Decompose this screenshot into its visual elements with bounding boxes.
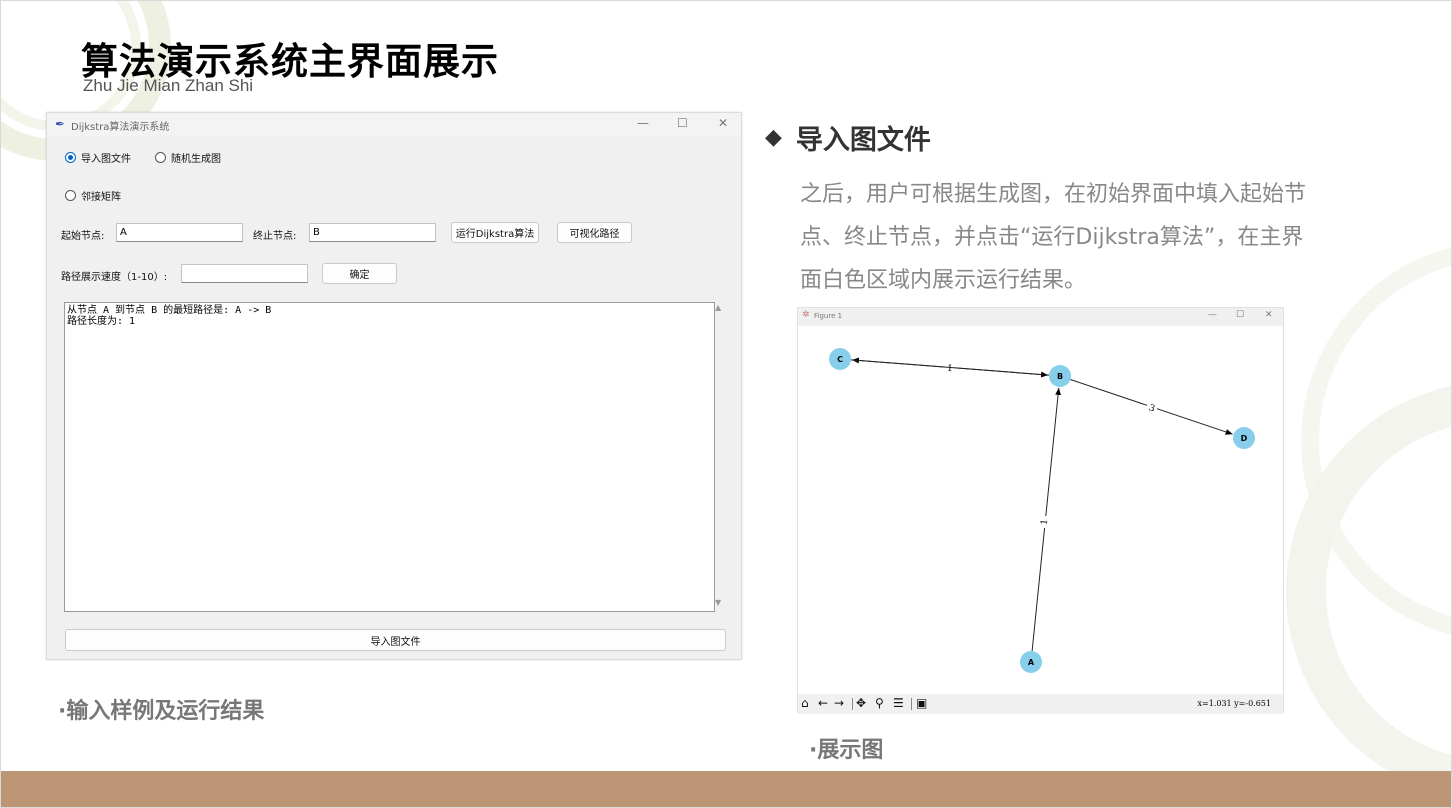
figure-maximize-button[interactable]: ☐: [1236, 310, 1244, 320]
radio-label: 邻接矩阵: [81, 192, 121, 203]
graph-canvas[interactable]: 131 ABCD: [798, 326, 1285, 694]
slide: 算法演示系统主界面展示 Zhu Jie Mian Zhan Shi ✒ Dijk…: [0, 0, 1452, 808]
toolbar-separator: [852, 698, 853, 710]
edge-weight-label: 1: [1040, 519, 1051, 526]
caption-left: ·输入样例及运行结果: [58, 699, 265, 724]
maximize-button[interactable]: ☐: [677, 116, 688, 130]
section-heading-text: 导入图文件: [795, 125, 931, 156]
radio-unselected-icon: [155, 152, 166, 163]
radio-label: 导入图文件: [81, 154, 131, 165]
section-heading: ◆ 导入图文件: [765, 118, 931, 157]
scroll-up-arrow-icon[interactable]: ▲: [715, 303, 721, 312]
dijkstra-app-window: ✒ Dijkstra算法演示系统 — ☐ ✕ 导入图文件 随机生成图 邻接矩阵 …: [46, 112, 742, 660]
footer-band: [1, 771, 1451, 807]
figure-title: Figure 1: [814, 312, 843, 320]
home-icon[interactable]: ⌂: [801, 696, 809, 710]
coordinate-readout: x=1.031 y=-0.651: [1197, 699, 1272, 708]
slide-subtitle: Zhu Jie Mian Zhan Shi: [83, 76, 254, 95]
toolbar-separator: [911, 698, 912, 710]
start-node-input[interactable]: A: [116, 223, 243, 242]
app-titlebar: ✒ Dijkstra算法演示系统 — ☐ ✕: [47, 113, 741, 137]
confirm-button[interactable]: 确定: [322, 263, 397, 284]
graph-node-label: D: [1241, 434, 1248, 443]
edge-weight-label: 1: [947, 364, 953, 374]
speed-input[interactable]: [181, 264, 308, 283]
radio-adjacency-matrix[interactable]: 邻接矩阵: [65, 188, 121, 203]
end-node-input[interactable]: B: [309, 223, 436, 242]
diamond-bullet-icon: ◆: [765, 125, 782, 150]
zoom-icon[interactable]: ⚲: [875, 696, 884, 710]
radio-unselected-icon: [65, 190, 76, 201]
visualize-path-button[interactable]: 可视化路径: [557, 222, 632, 243]
start-node-label: 起始节点:: [61, 231, 105, 242]
close-button[interactable]: ✕: [718, 116, 728, 130]
app-window-title: Dijkstra算法演示系统: [71, 122, 170, 133]
figure-toolbar: ⌂ ← → ✥ ⚲ ☰ ▣ x=1.031 y=-0.651: [798, 694, 1283, 714]
import-file-button[interactable]: 导入图文件: [65, 629, 726, 651]
feather-icon: ✒: [55, 117, 66, 131]
figure-window: ✲ Figure 1 — ☐ ✕ 131 ABCD ⌂ ← → ✥ ⚲ ☰ ▣: [797, 307, 1285, 714]
configure-icon[interactable]: ☰: [893, 696, 904, 710]
matplotlib-icon: ✲: [802, 310, 810, 320]
pan-icon[interactable]: ✥: [856, 696, 866, 710]
speed-label: 路径展示速度（1-10）:: [61, 272, 168, 283]
radio-random-graph[interactable]: 随机生成图: [155, 150, 221, 165]
graph-node-label: C: [837, 355, 843, 364]
radio-import-file[interactable]: 导入图文件: [65, 150, 131, 165]
save-icon[interactable]: ▣: [916, 696, 927, 710]
scroll-down-arrow-icon[interactable]: ▼: [715, 598, 721, 607]
graph-node-label: A: [1028, 658, 1035, 667]
radio-selected-icon: [65, 152, 76, 163]
end-node-label: 终止节点:: [253, 231, 297, 242]
output-textbox[interactable]: 从节点 A 到节点 B 的最短路径是: A -> B 路径长度为: 1: [64, 302, 715, 612]
minimize-button[interactable]: —: [637, 116, 649, 130]
caption-right: ·展示图: [809, 738, 884, 763]
figure-close-button[interactable]: ✕: [1265, 310, 1273, 320]
figure-titlebar: ✲ Figure 1 — ☐ ✕: [798, 308, 1283, 326]
forward-icon[interactable]: →: [834, 696, 844, 710]
run-dijkstra-button[interactable]: 运行Dijkstra算法: [451, 222, 539, 243]
figure-minimize-button[interactable]: —: [1208, 310, 1217, 320]
back-icon[interactable]: ←: [818, 696, 828, 710]
graph-node-label: B: [1057, 372, 1063, 381]
radio-label: 随机生成图: [171, 154, 221, 165]
description-paragraph: 之后，用户可根据生成图，在初始界面中填入起始节点、终止节点，并点击“运行Dijk…: [800, 182, 1307, 293]
